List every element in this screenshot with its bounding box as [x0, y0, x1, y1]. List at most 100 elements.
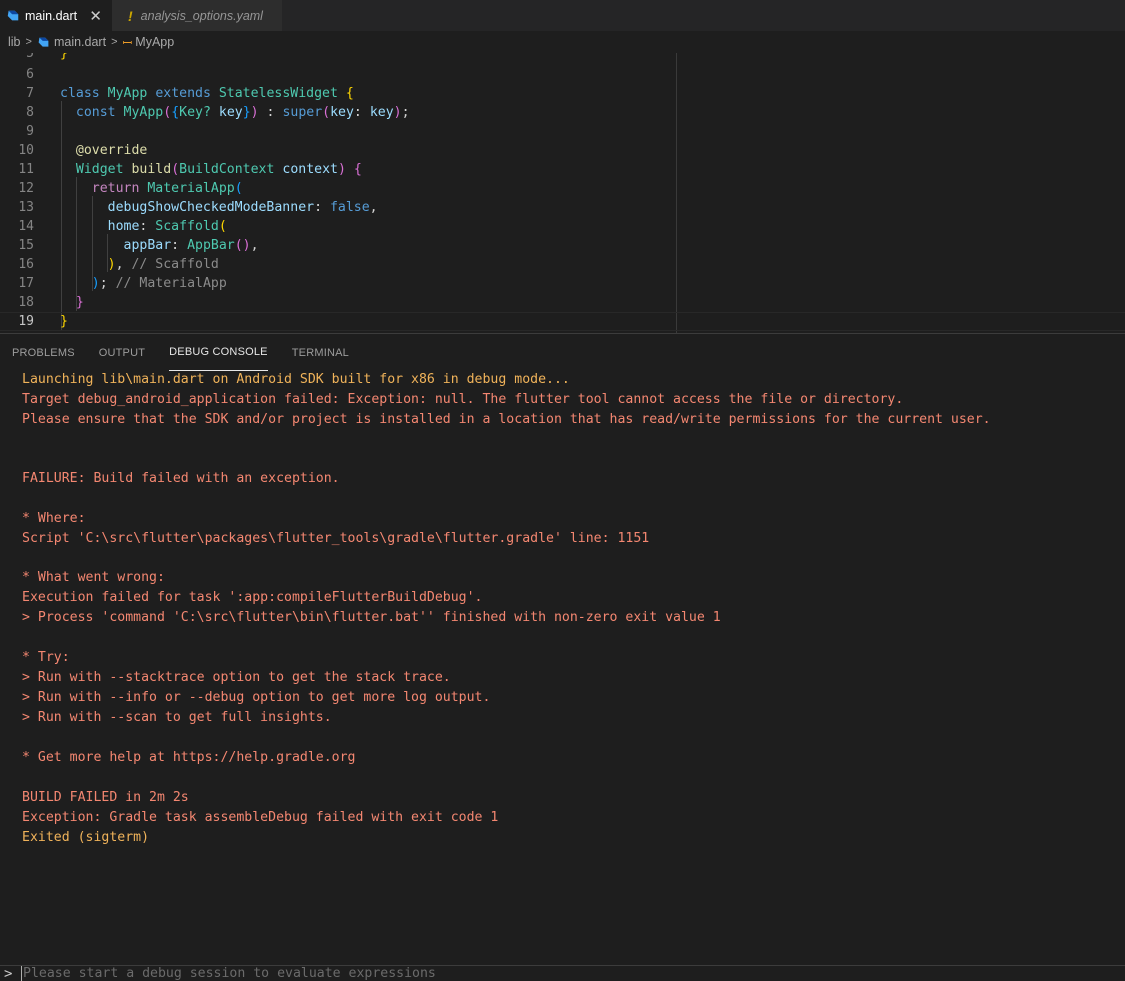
code-token: MaterialApp: [147, 181, 235, 196]
code-line: 8 const MyApp({Key? key}) : super(key: k…: [0, 103, 1125, 122]
code-token: ): [250, 105, 259, 120]
console-line: > Run with --info or --debug option to g…: [22, 689, 491, 705]
breadcrumb-symbol[interactable]: MyApp: [135, 35, 174, 49]
code-token: ;: [401, 105, 410, 120]
tab-main-dart[interactable]: main.dart ✕: [0, 0, 112, 31]
line-number: 12: [18, 181, 34, 196]
breadcrumb-file[interactable]: main.dart: [54, 35, 106, 49]
bottom-panel: PROBLEMS OUTPUT DEBUG CONSOLE TERMINAL L…: [0, 333, 1125, 981]
code-token: }: [60, 314, 68, 329]
code-token: home: [107, 219, 140, 234]
code-token: (: [234, 181, 243, 196]
code-token: key: [369, 105, 394, 120]
evaluate-expression-input[interactable]: [21, 966, 1121, 981]
dart-icon: [38, 37, 49, 47]
code-token: ): [393, 105, 402, 120]
console-line: Please ensure that the SDK and/or projec…: [22, 411, 991, 427]
code-token: :: [258, 105, 283, 120]
editor-tab-bar: main.dart ✕ ! analysis_options.yaml: [0, 0, 1125, 31]
chevron-right-icon: >: [25, 36, 32, 48]
code-token: ,: [369, 200, 378, 215]
code-line: 14 home: Scaffold(: [0, 217, 1125, 236]
code-token: ,: [115, 257, 132, 272]
console-line: * Get more help at https://help.gradle.o…: [22, 749, 356, 765]
panel-tab-bar: PROBLEMS OUTPUT DEBUG CONSOLE TERMINAL: [0, 334, 1125, 371]
console-line: * Try:: [22, 649, 70, 665]
class-symbol-icon: ꟷ: [122, 35, 133, 50]
code-token: BuildContext: [179, 162, 275, 177]
tab-output[interactable]: OUTPUT: [99, 334, 145, 371]
code-token: const: [75, 105, 116, 120]
console-line: > Run with --scan to get full insights.: [22, 709, 332, 725]
line-number: 19: [18, 314, 34, 329]
tab-analysis-options[interactable]: ! analysis_options.yaml: [112, 0, 282, 31]
code-token: (: [171, 162, 180, 177]
line-number: 11: [18, 162, 34, 177]
code-comment: // MaterialApp: [115, 276, 227, 291]
code-line: 17 ); // MaterialApp: [0, 274, 1125, 293]
code-token: StatelessWidget: [218, 86, 338, 101]
console-line: * Where:: [22, 510, 86, 526]
console-line: Execution failed for task ':app:compileF…: [22, 589, 483, 605]
line-number: 14: [18, 219, 34, 234]
tab-label: main.dart: [25, 8, 78, 23]
code-token: }: [60, 53, 68, 61]
chevron-right-icon: >: [4, 966, 13, 981]
code-token: (: [322, 105, 331, 120]
code-editor[interactable]: 5 } 6 7 class MyApp extends StatelessWid…: [0, 53, 1125, 333]
warning-icon: !: [128, 7, 133, 24]
code-token: false: [329, 200, 370, 215]
chevron-right-icon: >: [111, 36, 118, 48]
code-token: :: [314, 200, 330, 215]
tab-label: analysis_options.yaml: [140, 8, 263, 23]
console-line: Launching lib\main.dart on Android SDK b…: [22, 371, 570, 387]
console-line: * What went wrong:: [22, 569, 165, 585]
console-line: Exited (sigterm): [22, 829, 150, 845]
line-number: 5: [26, 53, 34, 61]
code-token: AppBar: [187, 238, 235, 253]
breadcrumb-folder[interactable]: lib: [8, 35, 21, 49]
code-token: {: [353, 162, 362, 177]
console-line: BUILD FAILED in 2m 2s: [22, 789, 189, 805]
code-token: key: [218, 105, 243, 120]
line-number: 9: [26, 124, 34, 139]
code-line: 6: [0, 65, 1125, 84]
console-line: Target debug_android_application failed:…: [22, 391, 904, 407]
code-token: MyApp: [107, 86, 148, 101]
code-token: Scaffold: [155, 219, 219, 234]
code-token: Key?: [179, 105, 211, 120]
line-number: 8: [26, 105, 34, 120]
tab-problems[interactable]: PROBLEMS: [12, 334, 75, 371]
line-number: 17: [18, 276, 34, 291]
close-icon[interactable]: ✕: [89, 7, 102, 25]
code-token: ;: [99, 276, 116, 291]
code-line: 12 return MaterialApp(: [0, 179, 1125, 198]
breadcrumb: lib > main.dart > ꟷ MyApp: [0, 31, 1125, 53]
code-token: extends: [155, 86, 211, 101]
code-comment: // Scaffold: [131, 257, 219, 272]
code-line: 9: [0, 122, 1125, 141]
code-token: (: [218, 219, 227, 234]
code-line: 15 appBar: AppBar(),: [0, 236, 1125, 255]
tab-terminal[interactable]: TERMINAL: [292, 334, 349, 371]
code-token: context: [282, 162, 338, 177]
code-line: 16 ), // Scaffold: [0, 255, 1125, 274]
code-token: key: [330, 105, 354, 120]
code-token: ): [107, 257, 116, 272]
code-token: :: [139, 219, 156, 234]
code-line: 10 @override: [0, 141, 1125, 160]
line-number: 18: [18, 295, 34, 310]
code-token: appBar: [123, 238, 172, 253]
code-token: :: [353, 105, 370, 120]
line-number: 15: [18, 238, 34, 253]
code-token: {: [345, 86, 354, 101]
code-token: ): [337, 162, 346, 177]
code-token: ): [91, 276, 100, 291]
code-line: 7 class MyApp extends StatelessWidget {: [0, 84, 1125, 103]
tab-debug-console[interactable]: DEBUG CONSOLE: [169, 334, 268, 371]
console-line: Script 'C:\src\flutter\packages\flutter_…: [22, 530, 650, 546]
code-token: Widget: [75, 162, 124, 177]
console-line: FAILURE: Build failed with an exception.: [22, 470, 340, 486]
line-number: 10: [18, 143, 34, 158]
code-token: :: [171, 238, 188, 253]
